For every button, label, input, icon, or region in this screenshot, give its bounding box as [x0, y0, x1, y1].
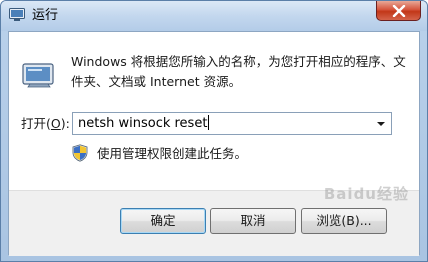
close-button[interactable]	[376, 1, 421, 21]
run-icon	[9, 8, 25, 21]
close-icon	[392, 5, 406, 17]
watermark: Baidu经验	[323, 185, 409, 203]
command-text: netsh winsock reset	[78, 116, 208, 131]
run-app-icon	[22, 63, 54, 88]
dialog-client-area: Windows 将根据您所输入的名称，为您打开相应的程序、文件夹、文档或 Int…	[8, 31, 420, 256]
uac-shield-icon	[72, 144, 88, 162]
run-dialog-window: 运行 Windows 将根据您所输入的名称，为您打开相应的程序、文件夹、文档或 …	[0, 0, 428, 262]
command-combobox[interactable]: netsh winsock reset	[72, 112, 392, 135]
title-bar[interactable]: 运行	[1, 1, 427, 31]
open-label-accelerator: O	[50, 116, 61, 131]
open-label-prefix: 打开(	[21, 116, 51, 131]
chevron-down-icon[interactable]	[374, 114, 388, 133]
ok-button[interactable]: 确定	[120, 208, 206, 234]
browse-button[interactable]: 浏览(B)...	[301, 208, 387, 234]
open-label: 打开(O):	[21, 116, 70, 132]
dialog-description: Windows 将根据您所输入的名称，为您打开相应的程序、文件夹、文档或 Int…	[71, 54, 406, 89]
text-caret	[208, 115, 210, 130]
command-input[interactable]: netsh winsock reset	[78, 115, 210, 132]
cancel-button[interactable]: 取消	[210, 208, 296, 234]
open-label-suffix: ):	[60, 116, 70, 131]
window-title: 运行	[32, 8, 59, 23]
admin-note: 使用管理权限创建此任务。	[97, 146, 248, 161]
